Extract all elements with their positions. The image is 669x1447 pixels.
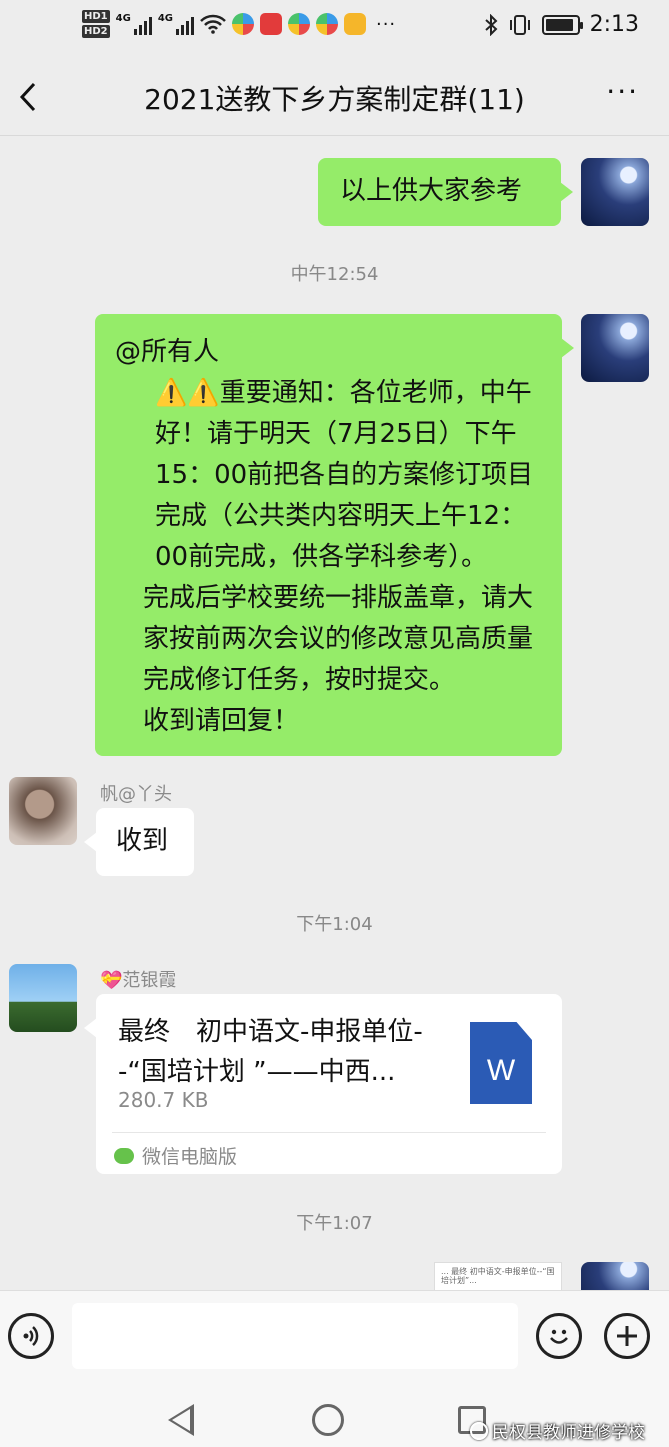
message-bubble-own-2[interactable]: @所有人 ⚠️⚠️重要通知：各位老师，中午好！请于明天（7月25日）下午15：0… <box>95 314 574 756</box>
sender-name: 💝范银霞 <box>100 970 177 991</box>
voice-input-icon[interactable] <box>8 1313 54 1359</box>
own-avatar[interactable] <box>581 1262 649 1290</box>
bluetooth-icon <box>484 13 498 36</box>
sender-name: 帆@丫头 <box>100 784 172 805</box>
app-notification-icon-2 <box>287 13 310 35</box>
timestamp: 下午1:04 <box>296 914 373 935</box>
nav-home-icon[interactable] <box>312 1404 344 1436</box>
chat-title: 2021送教下乡方案制定群(11) <box>144 83 525 116</box>
signal-icon-2: 4G <box>158 13 194 35</box>
sender-avatar[interactable] <box>9 964 77 1032</box>
image-message-thumbnail[interactable]: ... 最终 初中语文-申报单位--“国培计划”... <box>434 1262 562 1290</box>
mention-text: @所有人 <box>115 337 220 367</box>
file-source-label: 微信电脑版 <box>142 1146 238 1168</box>
thumbnail-text: ... 最终 初中语文-申报单位--“国培计划”... <box>441 1267 555 1285</box>
input-bar <box>0 1290 669 1378</box>
status-left: HD1 HD2 4G 4G ··· <box>82 10 396 38</box>
own-avatar[interactable] <box>581 158 649 226</box>
network-type-label-2: 4G <box>157 13 173 24</box>
notice-paragraph-3: 收到请回复！ <box>143 706 300 736</box>
hd2-label: HD2 <box>82 25 110 38</box>
gift-app-icon <box>259 13 282 35</box>
emoji-icon[interactable] <box>536 1313 582 1359</box>
message-text: 收到 <box>116 826 169 856</box>
battery-icon <box>541 14 583 35</box>
divider <box>112 1132 546 1133</box>
network-type-label: 4G <box>115 13 131 24</box>
vibrate-icon <box>509 14 530 35</box>
wechat-icon <box>114 1147 134 1164</box>
signal-icon: 4G <box>116 13 152 35</box>
chat-header: 2021送教下乡方案制定群(11) ··· <box>0 58 669 136</box>
add-attachment-icon[interactable] <box>604 1313 650 1359</box>
message-bubble-own-1[interactable]: 以上供大家参考 <box>318 158 573 226</box>
status-right: 2:13 <box>484 12 639 37</box>
status-bar: HD1 HD2 4G 4G ··· 2:13 <box>0 0 669 58</box>
more-options-button[interactable]: ··· <box>606 78 639 106</box>
system-navigation-bar: 民权县教师进修学校 <box>0 1378 669 1447</box>
own-avatar[interactable] <box>581 314 649 382</box>
file-name: 最终 初中语文-申报单位--“国培计划 ”——中西... <box>118 1017 423 1087</box>
notice-paragraph-2: 完成后学校要统一排版盖章，请大家按前两次会议的修改意见高质量完成修订任务，按时提… <box>143 583 534 695</box>
timestamp: 下午1:07 <box>296 1213 373 1234</box>
file-source: 微信电脑版 <box>114 1142 237 1169</box>
message-text: 以上供大家参考 <box>340 176 523 206</box>
watermark: 民权县教师进修学校 <box>470 1418 645 1443</box>
app-notification-icon <box>231 13 254 35</box>
cup-app-icon <box>343 13 366 35</box>
notice-paragraph-1: ⚠️⚠️重要通知：各位老师，中午好！请于明天（7月25日）下午15：00前把各自… <box>155 378 534 572</box>
message-bubble-received[interactable]: 收到 <box>84 808 194 876</box>
sender-avatar[interactable] <box>9 777 77 845</box>
word-document-icon: W <box>470 1022 532 1104</box>
more-notifications-icon: ··· <box>375 13 397 35</box>
hd1-label: HD1 <box>82 10 110 23</box>
watermark-logo-icon <box>470 1421 488 1440</box>
file-size: 280.7 KB <box>118 1088 209 1112</box>
app-notification-icon-3 <box>315 13 338 35</box>
nav-back-icon[interactable] <box>168 1404 194 1436</box>
battery-level <box>545 18 573 31</box>
word-icon-letter: W <box>486 1054 516 1087</box>
watermark-text: 民权县教师进修学校 <box>492 1423 645 1443</box>
timestamp: 中午12:54 <box>290 264 379 285</box>
wifi-icon <box>200 14 226 34</box>
file-message-card[interactable]: 最终 初中语文-申报单位--“国培计划 ”——中西... 280.7 KB W … <box>84 994 562 1174</box>
clock: 2:13 <box>589 12 639 37</box>
hd-icon: HD1 HD2 <box>82 10 110 38</box>
message-input[interactable] <box>72 1303 518 1369</box>
